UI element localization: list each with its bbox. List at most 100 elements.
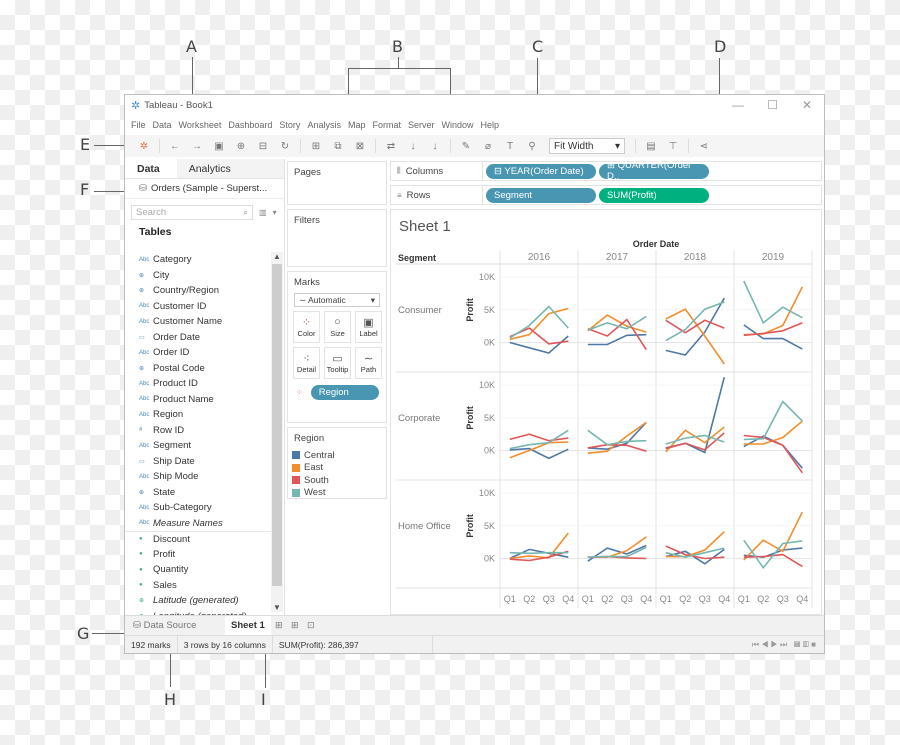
menu-analysis[interactable]: Analysis: [307, 120, 341, 130]
filters-card[interactable]: Filters: [287, 209, 387, 267]
field-item[interactable]: Abc Order ID: [125, 345, 271, 361]
menu-data[interactable]: Data: [153, 120, 172, 130]
new-dashboard-icon[interactable]: ⊞: [287, 620, 303, 631]
field-list-scrollbar[interactable]: ▲ ▼: [271, 252, 283, 612]
detail-icon: ⁖: [303, 353, 310, 365]
field-item[interactable]: ● Sales: [125, 578, 271, 594]
field-item[interactable]: Abc Measure Names: [125, 516, 271, 532]
pause-updates-icon[interactable]: ⊟: [252, 141, 274, 152]
field-item[interactable]: ● Quantity: [125, 562, 271, 578]
field-item[interactable]: Abc Customer Name: [125, 314, 271, 330]
group-icon[interactable]: ⌀: [477, 141, 499, 152]
detail-button-label: Detail: [296, 365, 317, 374]
search-input[interactable]: Search ⌕: [131, 205, 253, 220]
field-item[interactable]: Abc Region: [125, 407, 271, 423]
sum-profit-pill[interactable]: SUM(Profit): [599, 187, 709, 203]
duplicate-icon[interactable]: ⧉: [327, 141, 349, 152]
menu-story[interactable]: Story: [279, 120, 300, 130]
field-item[interactable]: ▭ Order Date: [125, 330, 271, 346]
new-datasource-icon[interactable]: ⊕: [230, 141, 252, 152]
field-item[interactable]: Abc Sub-Category: [125, 500, 271, 516]
field-item[interactable]: Abc Category: [125, 252, 271, 268]
scroll-thumb[interactable]: [272, 264, 282, 586]
size-icon: ○: [334, 316, 341, 328]
fit-width-select[interactable]: Fit Width ▾: [549, 138, 625, 154]
detail-button[interactable]: ⁖ Detail: [293, 347, 320, 379]
field-item[interactable]: ⊕ Country/Region: [125, 283, 271, 299]
field-item[interactable]: ⊕ City: [125, 268, 271, 284]
new-worksheet-icon[interactable]: ⊞: [271, 620, 287, 631]
legend-item[interactable]: Central: [288, 449, 386, 462]
segment-pill[interactable]: Segment: [486, 187, 596, 203]
legend-item[interactable]: West: [288, 487, 386, 500]
field-item[interactable]: ● Profit: [125, 547, 271, 563]
sort-ascending-icon[interactable]: ↓: [402, 141, 424, 152]
field-item[interactable]: ⊕ Postal Code: [125, 361, 271, 377]
tab-data[interactable]: Data: [125, 159, 177, 178]
field-item[interactable]: ▭ Ship Date: [125, 454, 271, 470]
scroll-up-icon[interactable]: ▲: [273, 252, 281, 261]
profit-line-chart[interactable]: Order Date Segment 2016 2017 2018 2019 Consume…: [391, 210, 821, 614]
show-cards-icon[interactable]: ▤: [640, 141, 662, 152]
tableau-home-icon[interactable]: ✲: [133, 141, 155, 152]
field-item[interactable]: Abc Customer ID: [125, 299, 271, 315]
field-item[interactable]: Abc Segment: [125, 438, 271, 454]
new-worksheet-icon[interactable]: ⊞: [305, 141, 327, 152]
view-data-icon[interactable]: ▥: [259, 208, 267, 217]
sheet-1-tab[interactable]: Sheet 1: [225, 616, 271, 635]
mark-type-select[interactable]: ∼ Automatic ▾: [294, 293, 380, 307]
data-source-tab[interactable]: ⛁ Data Source: [125, 620, 225, 631]
color-button[interactable]: ⁘ Color: [293, 311, 320, 343]
year-order-date-pill[interactable]: ⊟ YEAR(Order Date): [486, 163, 596, 179]
swap-icon[interactable]: ⇄: [380, 141, 402, 152]
sheet-navigation-icons[interactable]: ⏮ ◀ ▶ ⏭ ▦ ▥ ■: [752, 640, 816, 650]
close-button[interactable]: ✕: [802, 98, 812, 112]
menu-dashboard[interactable]: Dashboard: [228, 120, 272, 130]
field-item[interactable]: ⊕ State: [125, 485, 271, 501]
label-button[interactable]: ▣ Label: [355, 311, 382, 343]
share-icon[interactable]: ⋖: [693, 141, 715, 152]
field-item[interactable]: Abc Product Name: [125, 392, 271, 408]
highlight-icon[interactable]: ✎: [455, 141, 477, 152]
path-button[interactable]: ∼ Path: [355, 347, 382, 379]
tab-analytics[interactable]: Analytics: [176, 159, 284, 178]
legend-item[interactable]: South: [288, 474, 386, 487]
menu-server[interactable]: Server: [408, 120, 435, 130]
field-item[interactable]: # Row ID: [125, 423, 271, 439]
menu-help[interactable]: Help: [481, 120, 500, 130]
tooltip-button[interactable]: ▭ Tooltip: [324, 347, 351, 379]
new-story-icon[interactable]: ⊡: [303, 620, 319, 631]
field-item[interactable]: ● Discount: [125, 531, 271, 547]
field-item[interactable]: ⊕ Latitude (generated): [125, 593, 271, 609]
redo-icon[interactable]: →: [186, 141, 208, 152]
pages-card[interactable]: Pages: [287, 161, 387, 205]
legend-label: South: [304, 474, 329, 486]
rows-shelf[interactable]: ≡ Rows Segment SUM(Profit): [390, 185, 822, 205]
region-color-pill[interactable]: Region: [310, 385, 379, 400]
menu-file[interactable]: File: [131, 120, 146, 130]
menu-map[interactable]: Map: [348, 120, 366, 130]
presentation-mode-icon[interactable]: ⊤: [662, 141, 684, 152]
menu-format[interactable]: Format: [372, 120, 401, 130]
color-icon: ⁘: [296, 388, 303, 397]
chevron-down-icon[interactable]: ▾: [273, 208, 277, 217]
fix-axes-icon[interactable]: ⚲: [521, 141, 543, 152]
sort-descending-icon[interactable]: ↓: [424, 141, 446, 152]
show-labels-icon[interactable]: T: [499, 141, 521, 152]
field-item[interactable]: Abc Ship Mode: [125, 469, 271, 485]
scroll-down-icon[interactable]: ▼: [273, 603, 281, 612]
menu-worksheet[interactable]: Worksheet: [179, 120, 222, 130]
minimize-button[interactable]: —: [732, 98, 744, 112]
clear-sheet-icon[interactable]: ⊠: [349, 141, 371, 152]
menu-window[interactable]: Window: [442, 120, 474, 130]
quarter-order-date-pill[interactable]: ⊞ QUARTER(Order D..: [599, 160, 709, 182]
save-icon[interactable]: ▣: [208, 141, 230, 152]
maximize-button[interactable]: ☐: [767, 98, 778, 112]
refresh-icon[interactable]: ↻: [274, 141, 296, 152]
datasource-item[interactable]: ⛁ Orders (Sample - Superst...: [125, 179, 284, 199]
columns-shelf[interactable]: ⫼ Columns ⊟ YEAR(Order Date) ⊞ QUARTER(Or…: [390, 160, 822, 182]
undo-icon[interactable]: ←: [164, 141, 186, 152]
field-item[interactable]: Abc Product ID: [125, 376, 271, 392]
size-button[interactable]: ○ Size: [324, 311, 351, 343]
legend-item[interactable]: East: [288, 462, 386, 475]
